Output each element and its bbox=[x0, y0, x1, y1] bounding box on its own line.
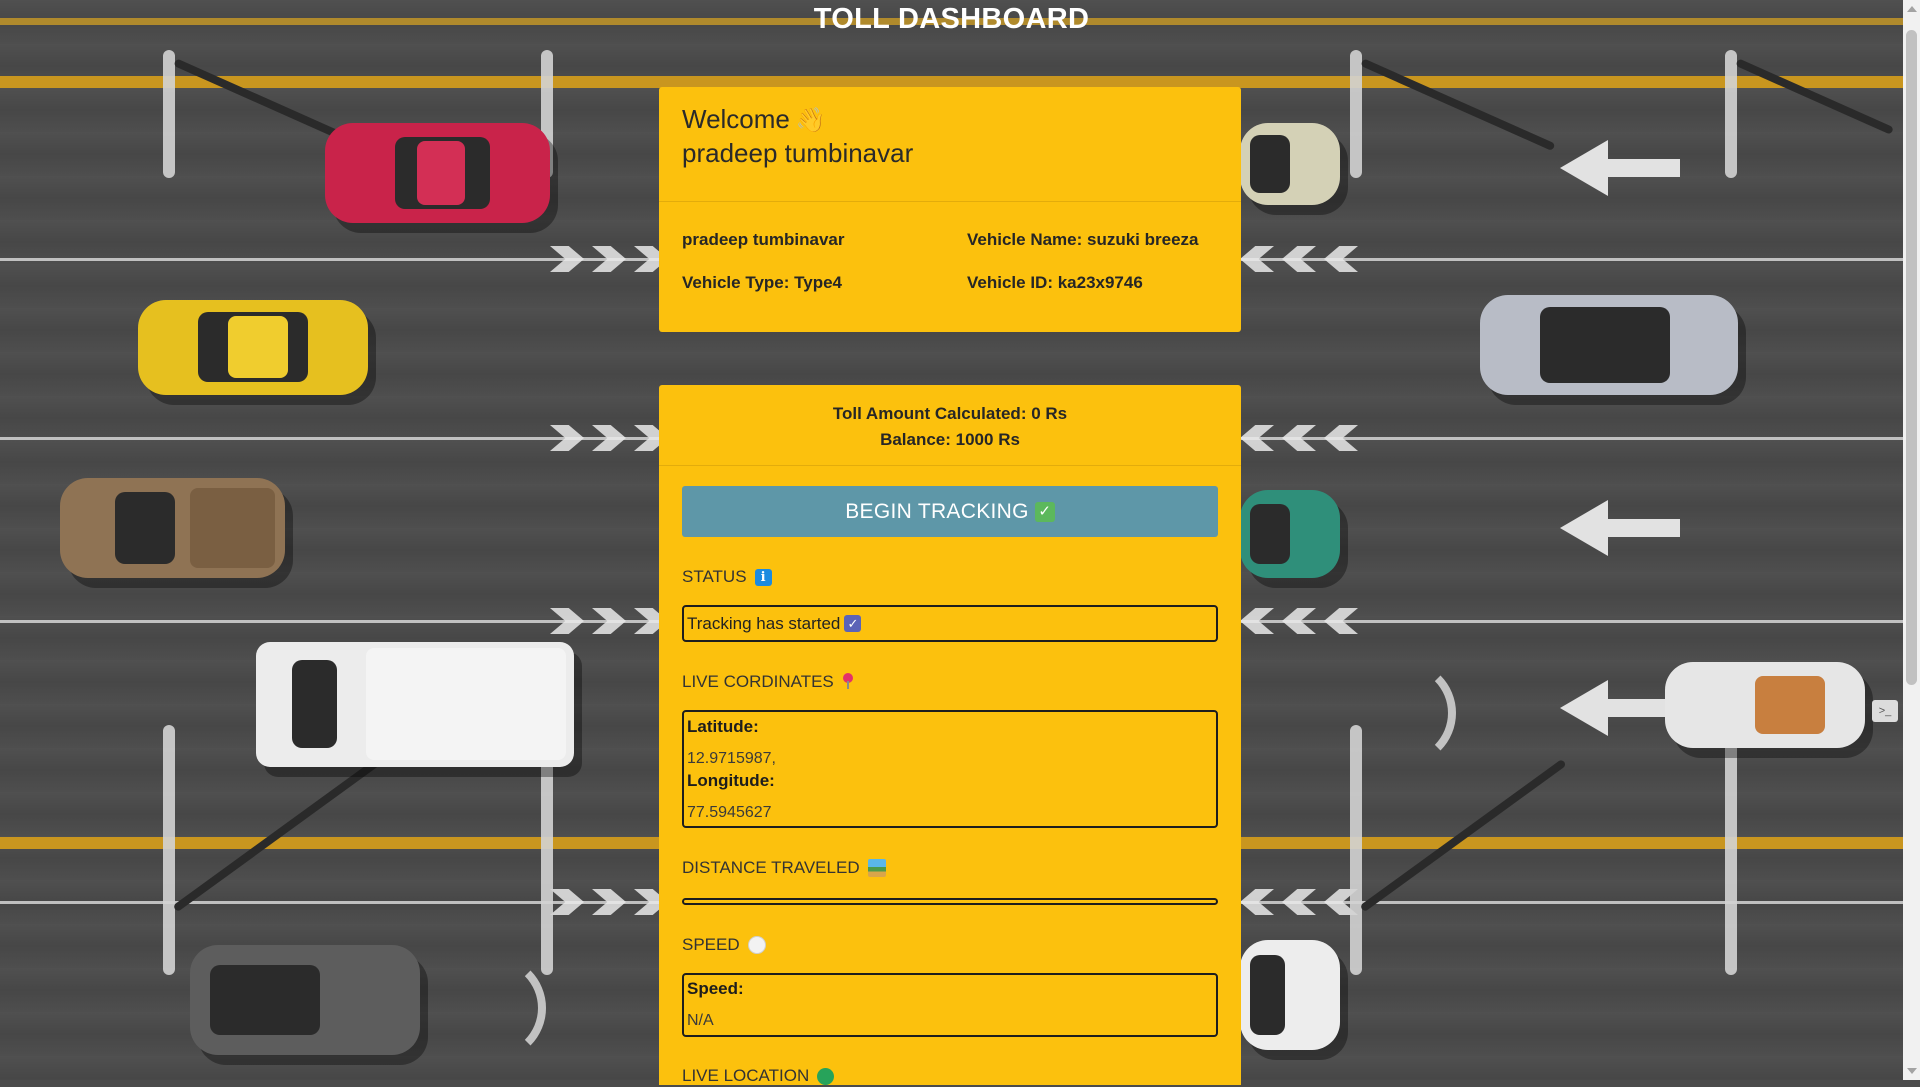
longitude-value: 77.5945627 bbox=[687, 804, 772, 821]
toll-pole bbox=[1350, 725, 1362, 975]
vehicle-info-grid: pradeep tumbinavar Vehicle Name: suzuki … bbox=[659, 202, 1241, 294]
speed-label: SPEED bbox=[682, 935, 740, 954]
scrollbar-thumb[interactable] bbox=[1906, 30, 1917, 685]
map-icon bbox=[867, 859, 886, 877]
scroll-up-arrow-icon[interactable] bbox=[1907, 6, 1917, 12]
longitude-label: Longitude: bbox=[687, 771, 775, 790]
lane-chevrons bbox=[550, 608, 668, 634]
check-box-icon: ✓ bbox=[844, 615, 862, 632]
teal-car bbox=[1240, 490, 1340, 578]
lane-chevrons bbox=[550, 425, 668, 451]
lane-arrow-left bbox=[1560, 680, 1680, 736]
vehicle-type: Vehicle Type: Type4 bbox=[682, 273, 842, 292]
ambulance-vehicle bbox=[256, 642, 574, 767]
toll-pole bbox=[1725, 725, 1737, 975]
extension-icon[interactable]: >_ bbox=[1872, 700, 1898, 722]
lane-chevrons bbox=[1240, 608, 1358, 634]
waving-hand-icon: 👋 bbox=[795, 107, 826, 134]
welcome-user-name: pradeep tumbinavar bbox=[682, 138, 914, 168]
round-pushpin-icon bbox=[842, 673, 854, 691]
tracking-body: BEGIN TRACKING ✓ STATUS i Tracking has s… bbox=[659, 466, 1241, 1087]
grey-car bbox=[190, 945, 420, 1055]
distance-field bbox=[682, 898, 1218, 905]
welcome-header: Welcome 👋 pradeep tumbinavar bbox=[659, 87, 1241, 202]
welcome-card: Welcome 👋 pradeep tumbinavar pradeep tumb… bbox=[659, 87, 1241, 332]
vehicle-name: Vehicle Name: suzuki breeza bbox=[967, 230, 1199, 249]
owner-name: pradeep tumbinavar bbox=[682, 230, 845, 249]
signal-wave-icon bbox=[1350, 660, 1456, 766]
tracking-card: Toll Amount Calculated: 0 Rs Balance: 10… bbox=[659, 385, 1241, 1085]
speed-value: N/A bbox=[687, 1012, 714, 1029]
latitude-value: 12.9715987, bbox=[687, 750, 776, 767]
lane-chevrons bbox=[1240, 246, 1358, 272]
coordinates-label: LIVE CORDINATES bbox=[682, 672, 834, 691]
white-convertible bbox=[1665, 662, 1865, 748]
welcome-greeting: Welcome 👋 bbox=[682, 103, 1218, 137]
toll-pole bbox=[1350, 50, 1362, 178]
toll-pole bbox=[1725, 50, 1737, 178]
signal-wave-icon bbox=[440, 955, 546, 1061]
pole-arm bbox=[1359, 758, 1567, 913]
silver-suv bbox=[1480, 295, 1738, 395]
page-scrollbar[interactable] bbox=[1903, 0, 1920, 1080]
speed-field: Speed: N/A bbox=[682, 973, 1218, 1037]
vehicle-id: Vehicle ID: ka23x9746 bbox=[967, 273, 1143, 292]
pickup-truck bbox=[60, 478, 285, 578]
police-car bbox=[1240, 940, 1340, 1050]
latitude-label: Latitude: bbox=[687, 717, 759, 736]
page-title: TOLL DASHBOARD bbox=[813, 3, 1090, 35]
pole-arm bbox=[1735, 58, 1894, 135]
check-mark-icon: ✓ bbox=[1034, 501, 1055, 522]
distance-label: DISTANCE TRAVELED bbox=[682, 858, 860, 877]
lane-chevrons bbox=[550, 246, 668, 272]
coordinates-field: Latitude: 12.9715987, Longitude: 77.5945… bbox=[682, 710, 1218, 828]
globe-icon bbox=[817, 1067, 835, 1085]
pole-arm bbox=[172, 758, 380, 913]
pole-arm bbox=[1360, 58, 1556, 152]
lane-chevrons bbox=[550, 889, 668, 915]
toll-amount: Toll Amount Calculated: 0 Rs bbox=[832, 404, 1068, 423]
lane-arrow-left bbox=[1560, 140, 1680, 196]
status-section-label: STATUS i bbox=[682, 566, 1218, 588]
lane-chevrons bbox=[1240, 889, 1358, 915]
live-location-label: LIVE LOCATION bbox=[682, 1066, 810, 1085]
taxi-car bbox=[138, 300, 368, 395]
toll-summary: Toll Amount Calculated: 0 Rs Balance: 10… bbox=[659, 385, 1241, 466]
distance-section-label: DISTANCE TRAVELED bbox=[682, 857, 1218, 879]
begin-tracking-button[interactable]: BEGIN TRACKING ✓ bbox=[682, 486, 1218, 537]
lane-chevrons bbox=[1240, 425, 1358, 451]
speed-section-label: SPEED bbox=[682, 934, 1218, 956]
speed-gauge-icon bbox=[747, 936, 766, 954]
scroll-down-arrow-icon[interactable] bbox=[1907, 1068, 1917, 1074]
toll-pole bbox=[163, 725, 175, 975]
balance: Balance: 1000 Rs bbox=[880, 430, 1020, 449]
beige-car bbox=[1240, 123, 1340, 205]
begin-tracking-label: BEGIN TRACKING bbox=[845, 499, 1029, 523]
welcome-text: Welcome bbox=[682, 104, 790, 134]
toll-pole bbox=[163, 50, 175, 178]
red-sports-car bbox=[325, 123, 550, 223]
live-location-section-label: LIVE LOCATION bbox=[682, 1065, 1218, 1087]
status-label: STATUS bbox=[682, 567, 747, 586]
status-value: Tracking has started bbox=[687, 613, 841, 633]
info-icon: i bbox=[754, 568, 772, 586]
status-field: Tracking has started ✓ bbox=[682, 605, 1218, 642]
lane-arrow-left bbox=[1560, 500, 1680, 556]
coordinates-section-label: LIVE CORDINATES bbox=[682, 671, 1218, 693]
speed-field-label: Speed: bbox=[687, 979, 744, 998]
